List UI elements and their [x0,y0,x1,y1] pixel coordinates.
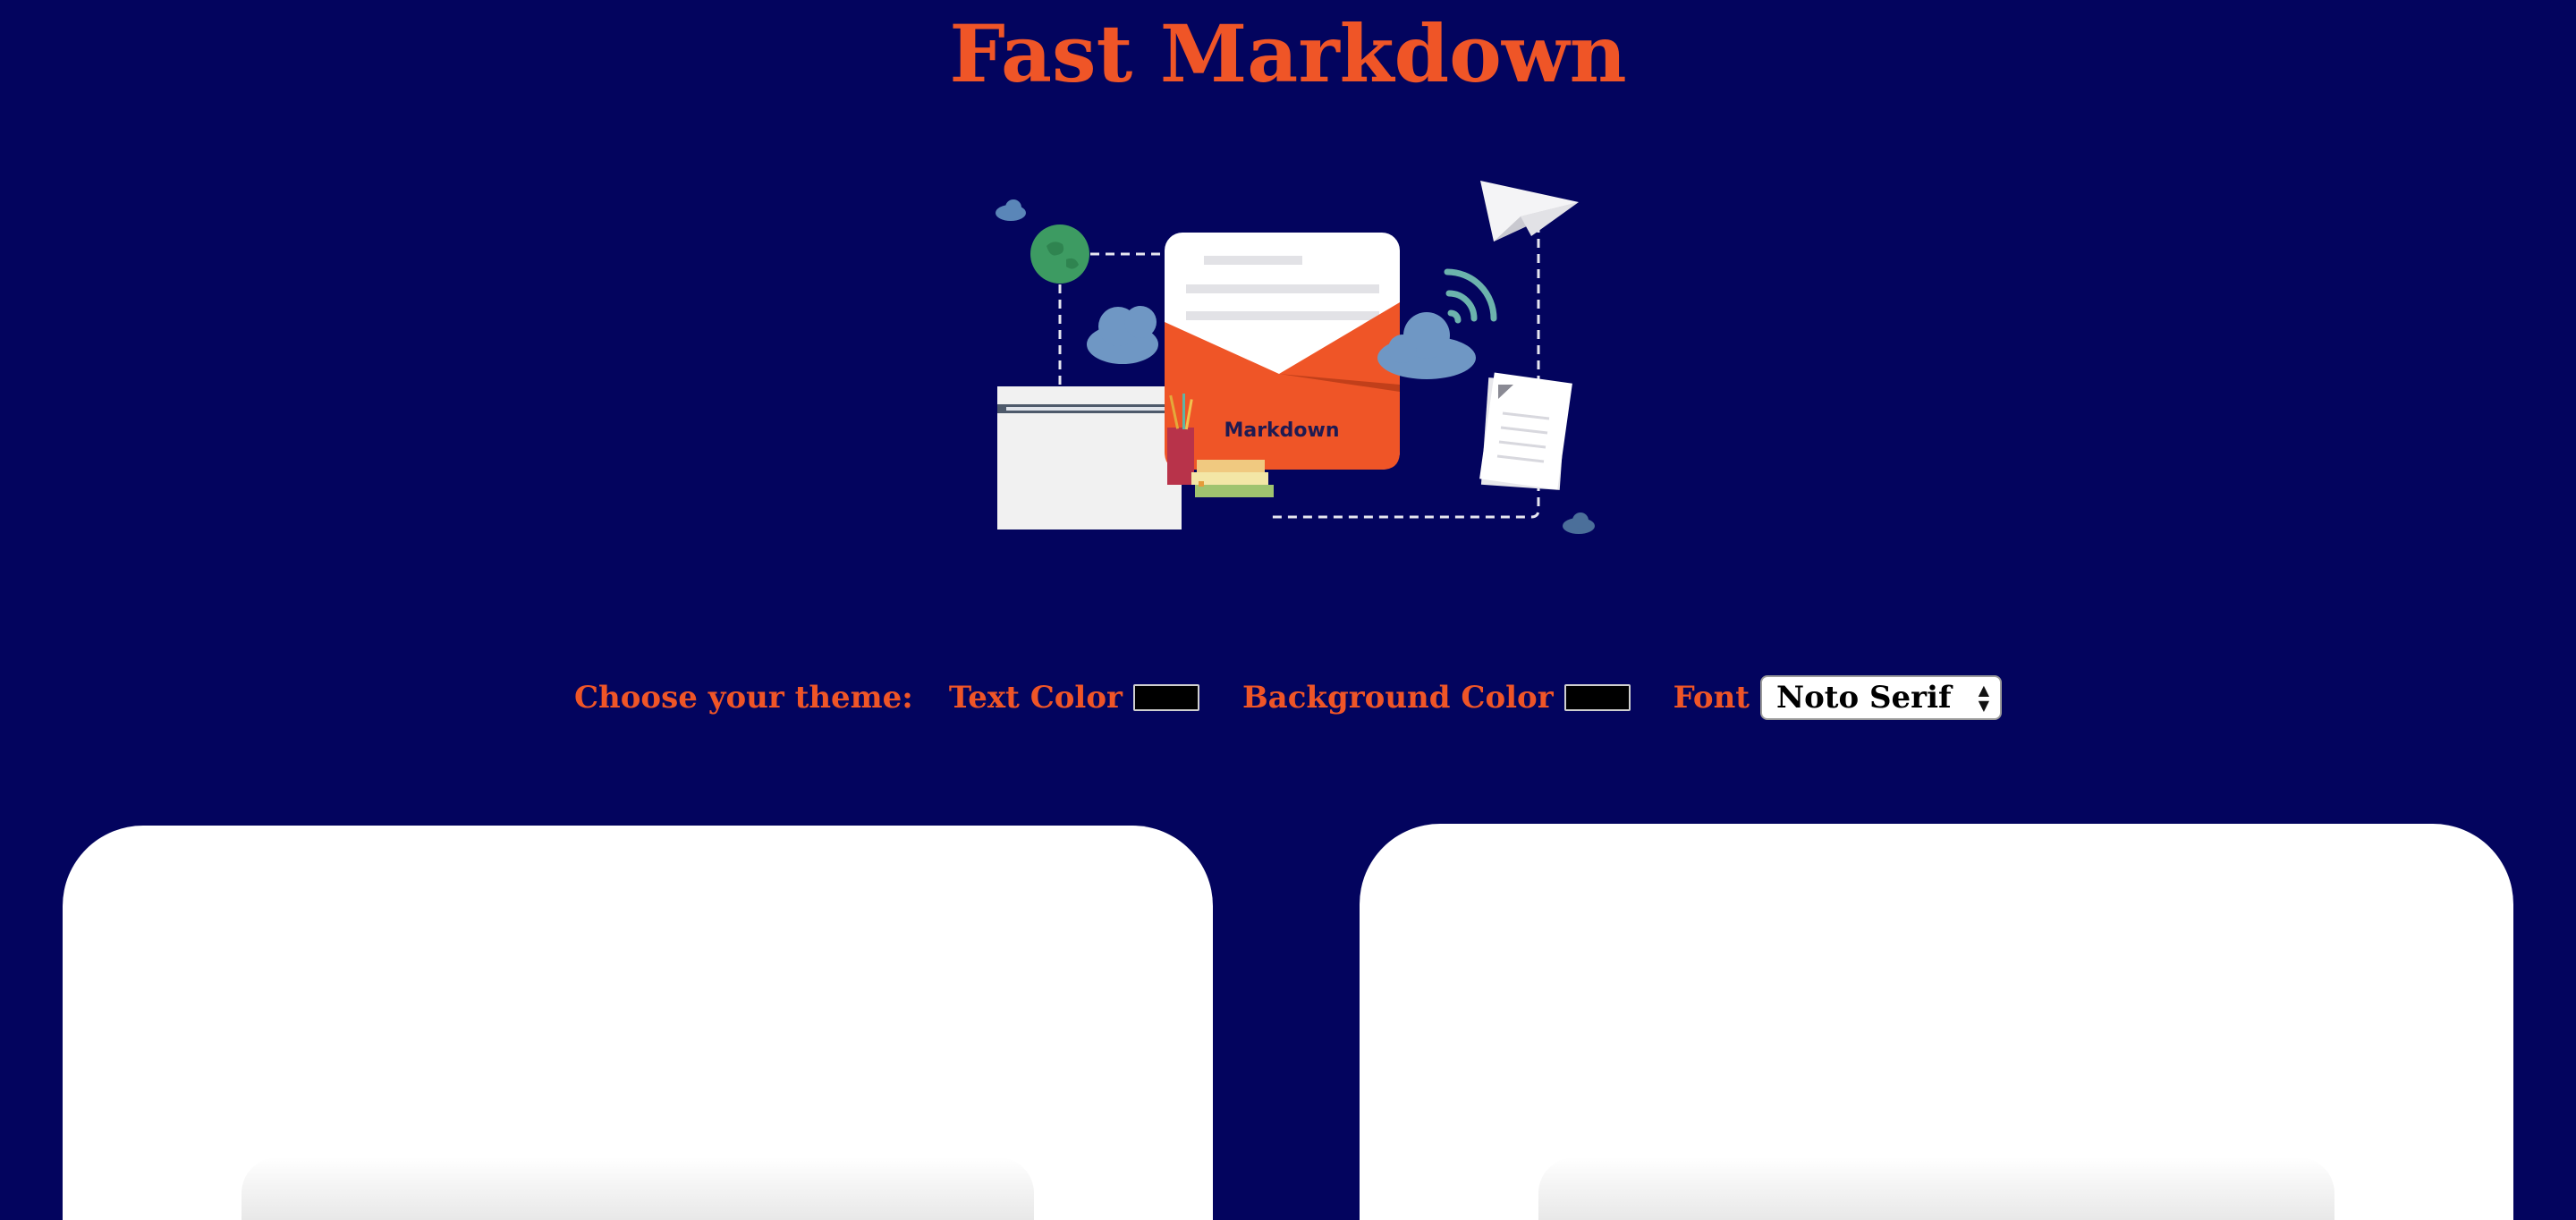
font-select-value: Noto Serif [1776,680,1952,716]
cloud-icon [1563,513,1595,534]
app-page: Fast Markdown Markdown Choose your theme… [0,0,2576,1220]
panel-shadow [1538,1157,2334,1220]
cloud-icon [996,199,1026,221]
paper-plane-icon [1480,181,1579,241]
envelope-label: Markdown [1224,419,1339,442]
envelope-icon: Markdown [1165,233,1400,470]
theme-toolbar: Choose your theme: Text Color Background… [0,673,2576,723]
text-color-label: Text Color [948,680,1123,716]
font-select[interactable]: Noto Serif ▲ ▼ [1760,675,2003,720]
books-icon [1191,460,1274,497]
background-color-label: Background Color [1241,680,1554,716]
documents-icon [1479,372,1572,490]
markdown-preview-panel [1360,824,2513,1220]
select-arrows-icon: ▲ ▼ [1978,682,1990,714]
browser-window-icon [997,386,1182,530]
background-color-picker[interactable] [1563,684,1631,711]
cloud-icon [1087,306,1158,364]
panel-shadow [242,1157,1034,1220]
font-label: Font [1673,680,1750,716]
theme-heading: Choose your theme: [573,680,913,716]
markdown-editor-panel[interactable] [63,826,1213,1220]
text-color-picker[interactable] [1132,684,1199,711]
wifi-icon [1444,268,1497,324]
markdown-illustration: Markdown [996,181,1595,534]
globe-icon [1030,225,1089,284]
page-title: Fast Markdown [949,7,1627,100]
